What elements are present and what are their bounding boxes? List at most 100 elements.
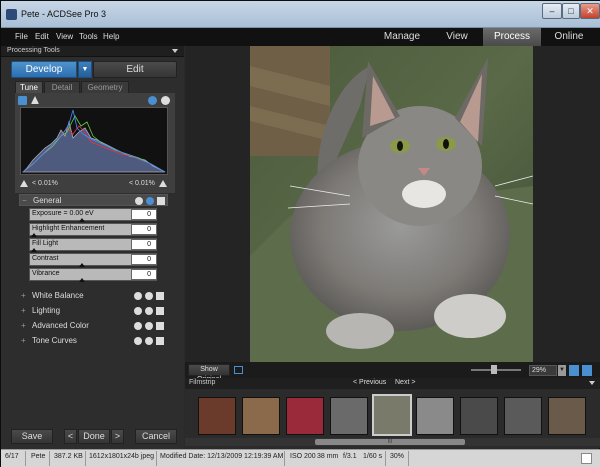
expand-icon[interactable]: + bbox=[21, 306, 26, 315]
compare-icon[interactable] bbox=[234, 366, 243, 374]
menu-file[interactable]: File bbox=[15, 32, 28, 41]
enable-checkbox[interactable] bbox=[156, 307, 164, 315]
develop-tab[interactable]: Develop bbox=[11, 61, 77, 78]
filmstrip-scrollbar[interactable]: III bbox=[185, 438, 600, 446]
filmstrip-thumbnail[interactable] bbox=[286, 397, 324, 435]
expand-icon[interactable]: + bbox=[21, 291, 26, 300]
fill-light-value[interactable]: 0 bbox=[131, 239, 157, 250]
status-indicator-icon[interactable] bbox=[581, 453, 592, 464]
menu-help[interactable]: Help bbox=[103, 32, 119, 41]
previous-link[interactable]: < Previous bbox=[353, 379, 386, 386]
menu-tools[interactable]: Tools bbox=[79, 32, 98, 41]
section-advanced-color[interactable]: + Advanced Color bbox=[19, 320, 168, 332]
reset-icon[interactable] bbox=[134, 292, 142, 300]
scrollbar-thumb[interactable]: III bbox=[315, 439, 465, 445]
close-button[interactable]: ✕ bbox=[580, 3, 600, 19]
filmstrip-thumbnail[interactable] bbox=[416, 397, 454, 435]
panel-menu-arrow-icon[interactable] bbox=[172, 49, 178, 53]
mode-online[interactable]: Online bbox=[541, 28, 597, 46]
maximize-button[interactable]: □ bbox=[562, 3, 580, 19]
section-label: Tone Curves bbox=[32, 336, 77, 345]
collapse-icon[interactable]: − bbox=[22, 196, 27, 205]
actual-size-icon[interactable] bbox=[582, 365, 592, 376]
histogram-toggle-icon[interactable] bbox=[18, 96, 27, 105]
develop-menu-icon[interactable]: ▼ bbox=[78, 61, 92, 78]
fit-view-icon[interactable] bbox=[569, 365, 579, 376]
mode-process[interactable]: Process bbox=[483, 28, 541, 46]
filmstrip-menu-icon[interactable] bbox=[589, 381, 595, 385]
contrast-value[interactable]: 0 bbox=[131, 254, 157, 265]
settings-gear-icon[interactable] bbox=[161, 96, 170, 105]
filmstrip-thumbnail[interactable] bbox=[330, 397, 368, 435]
slider-marker[interactable] bbox=[31, 233, 37, 237]
status-focal-length: 38 mm bbox=[317, 453, 339, 460]
preset-gear-icon[interactable] bbox=[145, 322, 153, 330]
enable-checkbox[interactable] bbox=[156, 292, 164, 300]
status-modified-date: Modified Date: 12/13/2009 12:19:39 AM bbox=[160, 453, 284, 460]
tab-geometry[interactable]: Geometry bbox=[81, 81, 129, 93]
filmstrip-thumbnail[interactable] bbox=[242, 397, 280, 435]
next-link[interactable]: Next > bbox=[395, 379, 415, 386]
separator bbox=[156, 451, 157, 466]
shadow-clip-warning-icon[interactable] bbox=[20, 180, 28, 187]
enable-checkbox[interactable] bbox=[157, 197, 165, 205]
zoom-select[interactable]: 29% bbox=[529, 365, 557, 376]
section-general[interactable]: − General bbox=[19, 194, 168, 206]
status-filename: Pete bbox=[31, 453, 46, 460]
acdsee-app-icon bbox=[6, 9, 17, 20]
save-button[interactable]: Save bbox=[11, 429, 53, 444]
done-button[interactable]: Done bbox=[78, 429, 110, 444]
reset-icon[interactable] bbox=[134, 307, 142, 315]
separator bbox=[385, 451, 386, 466]
filmstrip-thumbnail-selected[interactable] bbox=[372, 394, 412, 436]
exposure-value[interactable]: 0 bbox=[131, 209, 157, 220]
section-tone-curves[interactable]: + Tone Curves bbox=[19, 335, 168, 347]
menu-view[interactable]: View bbox=[56, 32, 73, 41]
enable-checkbox[interactable] bbox=[156, 337, 164, 345]
preset-gear-icon[interactable] bbox=[145, 307, 153, 315]
zoom-dropdown-icon[interactable]: ▼ bbox=[558, 365, 566, 376]
reset-icon[interactable] bbox=[135, 197, 143, 205]
show-original-button[interactable]: Show Original bbox=[188, 364, 230, 383]
expand-icon[interactable]: + bbox=[21, 336, 26, 345]
zoom-slider-handle[interactable] bbox=[491, 365, 497, 374]
enable-checkbox[interactable] bbox=[156, 322, 164, 330]
window-title: Pete - ACDSee Pro 3 bbox=[21, 9, 107, 19]
slider-marker[interactable] bbox=[79, 263, 85, 267]
minimize-button[interactable]: – bbox=[542, 3, 562, 19]
section-lighting[interactable]: + Lighting bbox=[19, 305, 168, 317]
reset-icon[interactable] bbox=[134, 337, 142, 345]
slider-marker[interactable] bbox=[31, 248, 37, 252]
reset-icon[interactable] bbox=[134, 322, 142, 330]
expand-icon[interactable]: + bbox=[21, 321, 26, 330]
highlight-enhancement-value[interactable]: 0 bbox=[131, 224, 157, 235]
filmstrip-thumbnail[interactable] bbox=[504, 397, 542, 435]
previous-button[interactable]: < bbox=[64, 429, 77, 444]
filmstrip-thumbnail[interactable] bbox=[198, 397, 236, 435]
filmstrip-thumbnail[interactable] bbox=[460, 397, 498, 435]
warning-toggle-icon[interactable] bbox=[31, 96, 39, 104]
preset-gear-icon[interactable] bbox=[145, 292, 153, 300]
edit-tab[interactable]: Edit bbox=[93, 61, 177, 78]
title-bar: Pete - ACDSee Pro 3 – □ ✕ bbox=[1, 1, 600, 28]
preset-gear-icon[interactable] bbox=[146, 197, 154, 205]
preset-gear-icon[interactable] bbox=[145, 337, 153, 345]
slider-marker[interactable] bbox=[79, 218, 85, 222]
mode-view[interactable]: View bbox=[431, 28, 483, 46]
cancel-button[interactable]: Cancel bbox=[135, 429, 177, 444]
help-icon[interactable] bbox=[148, 96, 157, 105]
menu-edit[interactable]: Edit bbox=[35, 32, 49, 41]
slider-marker[interactable] bbox=[79, 278, 85, 282]
status-zoom: 30% bbox=[390, 453, 405, 460]
section-white-balance[interactable]: + White Balance bbox=[19, 290, 168, 302]
separator bbox=[49, 451, 50, 466]
filmstrip-thumbnail[interactable] bbox=[548, 397, 586, 435]
highlight-clip-warning-icon[interactable] bbox=[159, 180, 167, 187]
develop-subtabs: Tune Detail Geometry bbox=[15, 81, 175, 93]
tab-tune[interactable]: Tune bbox=[15, 81, 43, 93]
next-button[interactable]: > bbox=[111, 429, 124, 444]
mode-manage[interactable]: Manage bbox=[373, 28, 431, 46]
tab-detail[interactable]: Detail bbox=[44, 81, 80, 93]
filmstrip-header: Filmstrip < Previous Next > bbox=[185, 378, 600, 389]
vibrance-value[interactable]: 0 bbox=[131, 269, 157, 280]
